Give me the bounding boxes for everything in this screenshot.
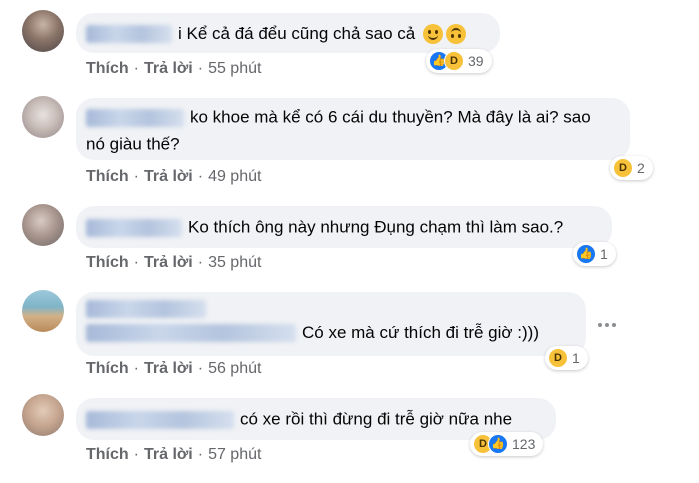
reply-link[interactable]: Trả lời	[144, 360, 193, 378]
timestamp[interactable]: 55 phút	[208, 60, 261, 78]
separator: ·	[133, 60, 139, 77]
comment-bubble: ko khoe mà kể có 6 cái du thuyền? Mà đây…	[76, 98, 630, 160]
comment-actions: Thích · Trả lời · 49 phút	[86, 168, 261, 186]
like-link[interactable]: Thích	[86, 360, 129, 378]
like-icon: 👍	[576, 244, 596, 264]
comment-text: Ko thích ông này nhưng Đụng chạm thì làm…	[188, 217, 564, 237]
timestamp[interactable]: 56 phút	[208, 360, 261, 378]
author-name-blurred[interactable]	[86, 323, 296, 342]
separator: ·	[197, 254, 204, 271]
comment-actions: Thích · Trả lời · 35 phút	[86, 254, 261, 272]
reply-link[interactable]: Trả lời	[144, 446, 193, 464]
author-name-blurred[interactable]	[86, 300, 206, 318]
haha-icon: D	[548, 348, 568, 368]
upside-down-emoji-icon	[445, 23, 466, 44]
avatar[interactable]	[22, 204, 64, 246]
comments-screenshot: i Kể cả đá đểu cũng chả sao cả 👍 D 39 Th…	[0, 0, 699, 483]
comment-text-line1: ko khoe mà kể có 6 cái du thuyền? Mà đây…	[190, 107, 591, 127]
comment-bubble: Ko thích ông này nhưng Đụng chạm thì làm…	[76, 206, 612, 248]
author-name-blurred[interactable]	[86, 24, 172, 43]
comment-bubble: i Kể cả đá đểu cũng chả sao cả	[76, 13, 500, 53]
reply-link[interactable]: Trả lời	[144, 60, 193, 78]
comment-text-line2: nó giàu thế?	[86, 134, 180, 154]
separator: ·	[133, 360, 139, 377]
reaction-count: 2	[637, 160, 645, 176]
haha-icon: D	[444, 51, 464, 71]
reaction-summary[interactable]: 👍 1	[573, 242, 616, 266]
comment-text: Có xe mà cứ thích đi trễ giờ :)))	[302, 323, 539, 343]
avatar[interactable]	[22, 10, 64, 52]
separator: ·	[133, 254, 139, 271]
separator: ·	[197, 168, 204, 185]
reaction-count: 39	[468, 53, 484, 69]
like-icon: 👍	[488, 434, 508, 454]
timestamp[interactable]: 49 phút	[208, 168, 261, 186]
separator: ·	[197, 60, 204, 77]
author-name-blurred[interactable]	[86, 410, 234, 429]
comment-actions: Thích · Trả lời · 56 phút	[86, 360, 261, 378]
reaction-summary[interactable]: D 2	[610, 156, 653, 180]
timestamp[interactable]: 57 phút	[208, 446, 261, 464]
reply-link[interactable]: Trả lời	[144, 168, 193, 186]
reaction-summary[interactable]: 👍 D 39	[426, 49, 492, 73]
avatar[interactable]	[22, 394, 64, 436]
more-options-icon[interactable]	[598, 320, 620, 330]
separator: ·	[133, 168, 139, 185]
comment-bubble: Có xe mà cứ thích đi trễ giờ :)))	[76, 292, 586, 356]
separator: ·	[197, 360, 204, 377]
avatar[interactable]	[22, 96, 64, 138]
comment-actions: Thích · Trả lời · 57 phút	[86, 446, 261, 464]
avatar[interactable]	[22, 290, 64, 332]
author-name-blurred[interactable]	[86, 108, 184, 127]
like-link[interactable]: Thích	[86, 168, 129, 186]
haha-icon: D	[613, 158, 633, 178]
like-link[interactable]: Thích	[86, 254, 129, 272]
like-link[interactable]: Thích	[86, 446, 129, 464]
comment-actions: Thích · Trả lời · 55 phút	[86, 60, 261, 78]
reaction-summary[interactable]: D 1	[545, 346, 588, 370]
reaction-summary[interactable]: D 👍 123	[470, 432, 544, 456]
author-name-blurred[interactable]	[86, 218, 182, 237]
separator: ·	[133, 446, 139, 463]
comment-text: i Kể cả đá đểu cũng chả sao cả	[178, 24, 416, 44]
timestamp[interactable]: 35 phút	[208, 254, 261, 272]
smile-emoji-icon	[422, 23, 443, 44]
separator: ·	[197, 446, 204, 463]
reply-link[interactable]: Trả lời	[144, 254, 193, 272]
reaction-count: 123	[512, 436, 536, 452]
reaction-count: 1	[600, 246, 608, 262]
comment-text: có xe rồi thì đừng đi trễ giờ nữa nhe	[240, 409, 513, 429]
like-link[interactable]: Thích	[86, 60, 129, 78]
reaction-count: 1	[572, 350, 580, 366]
